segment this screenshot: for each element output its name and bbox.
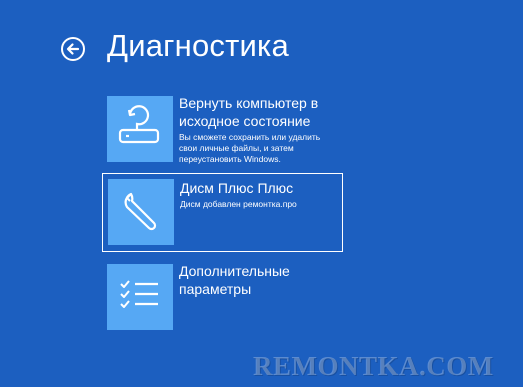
reset-pc-title-line2: исходное состояние	[179, 113, 311, 129]
back-arrow-icon	[61, 37, 85, 61]
back-button[interactable]	[60, 36, 86, 62]
advanced-options-tile	[107, 264, 173, 330]
reset-pc-option[interactable]: Вернуть компьютер в исходное состояние В…	[102, 92, 343, 164]
reset-pc-desc-line3: переустановить Windows.	[179, 154, 281, 164]
page-title: Диагностика	[107, 28, 289, 63]
dism-plus-plus-title: Дисм Плюс Плюс	[180, 180, 294, 196]
advanced-options-option[interactable]: Дополнительные параметры	[102, 262, 343, 334]
reset-pc-icon	[118, 105, 160, 144]
reset-pc-title-line1: Вернуть компьютер в	[179, 95, 319, 111]
checklist-icon	[120, 280, 158, 308]
reset-pc-desc-line1: Вы сможете сохранить или удалить	[179, 132, 321, 142]
dism-plus-plus-option[interactable]: Дисм Плюс Плюс Дисм добавлен ремонтка.пр…	[102, 173, 343, 252]
reset-pc-desc-line2: свои личные файлы, и затем	[179, 143, 294, 153]
dism-plus-plus-tile	[108, 179, 174, 245]
advanced-options-title-line1: Дополнительные	[179, 263, 290, 279]
watermark: REMONTKA.COM	[253, 351, 494, 381]
wrench-icon	[124, 192, 157, 231]
dism-plus-plus-desc: Дисм добавлен ремонтка.про	[180, 199, 297, 209]
reset-pc-tile	[107, 96, 173, 162]
advanced-options-title-line2: параметры	[179, 281, 252, 297]
